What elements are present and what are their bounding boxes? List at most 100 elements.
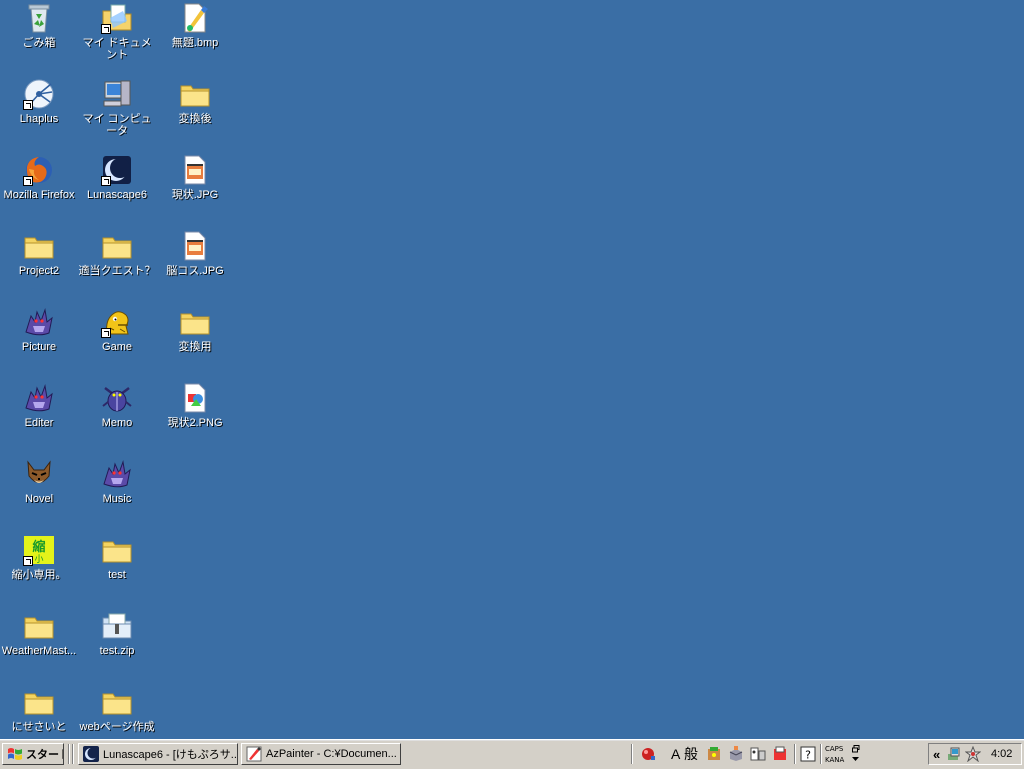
desktop-icon[interactable]: 変換用 [156,306,234,380]
restore-icon [852,745,860,753]
desktop-icon-label: マイ コンピュータ [82,113,152,137]
folder-icon [23,686,55,718]
desktop-icon-label: Mozilla Firefox [3,189,75,201]
desktop[interactable]: ごみ箱 マイ ドキュメント 無題.bmp Lhaplus マイ コンピュータ 変換後 Moz… [0,0,1024,739]
desktop-icon-label: Game [102,341,132,353]
taskbar-separator [72,744,74,764]
caps-kana-indicator[interactable]: CAPS KANA [825,745,861,765]
wolf-icon [23,458,55,490]
taskbar-separator [794,744,796,764]
desktop-icon-label: test [108,569,126,581]
folder-icon [179,78,211,110]
my-documents-icon [101,2,133,34]
desktop-icon-label: 変換用 [178,341,212,353]
desktop-icon-label: Project2 [18,265,60,277]
ime-dictionary-icon[interactable] [706,746,722,762]
desktop-icon[interactable]: 現状2.PNG [156,382,234,456]
desktop-icon[interactable]: Lunascape6 [78,154,156,228]
ime-conversion-mode[interactable]: 般 [684,746,698,762]
desktop-icon[interactable]: WeatherMast... [0,610,78,684]
desktop-icon[interactable]: マイ ドキュメント [78,2,156,76]
desktop-icon-label: Memo [101,417,133,429]
ime-ball-icon[interactable] [640,746,656,762]
desktop-icon[interactable]: 縮小縮小専用。 [0,534,78,608]
windows-logo-icon [8,748,22,760]
desktop-icon-label: マイ ドキュメント [82,37,152,61]
dragon-icon [23,306,55,338]
desktop-icon[interactable]: Music [78,458,156,532]
desktop-icon-label: 無題.bmp [171,37,219,49]
desktop-icon-label: 適当クエスト？ [78,265,156,277]
desktop-icon-label: Editer [24,417,54,429]
shortcut-arrow-icon [23,100,33,110]
desktop-icon[interactable]: マイ コンピュータ [78,78,156,152]
task-button-lunascape[interactable]: Lunascape6 - [けもぷろサ... [78,743,238,765]
desktop-icon[interactable]: Project2 [0,230,78,304]
task-label: Lunascape6 - [けもぷろサ... [103,749,238,761]
help-icon[interactable]: ? [800,746,816,762]
desktop-icon[interactable]: Memo [78,382,156,456]
azpainter-icon [246,746,262,762]
jpg-file-icon [179,154,211,186]
desktop-icon[interactable]: Mozilla Firefox [0,154,78,228]
taskbar-separator [631,744,633,764]
desktop-icon-label: test.zip [99,645,135,657]
desktop-icon[interactable]: test [78,534,156,608]
desktop-icon[interactable]: Novel [0,458,78,532]
shortcut-arrow-icon [101,176,111,186]
desktop-icon-label: 現状.JPG [171,189,219,201]
desktop-icon[interactable]: 無題.bmp [156,2,234,76]
clock[interactable]: 4:02 [991,748,1012,760]
desktop-icon-label: webページ作成 [79,721,155,733]
ime-tool-icon[interactable] [728,746,744,762]
desktop-icon-label: 縮小専用。 [11,569,67,581]
taskbar-separator [820,744,822,764]
task-button-azpainter[interactable]: AzPainter - C:¥Documen... [241,743,401,765]
network-icon[interactable] [946,746,962,762]
desktop-icon-label: WeatherMast... [1,645,77,657]
my-computer-icon [101,78,133,110]
desktop-icon[interactable]: ごみ箱 [0,2,78,76]
lunascape-icon [83,746,99,762]
start-button[interactable]: スタート [2,743,64,765]
taskbar-separator [68,744,70,764]
lunascape-icon [101,154,133,186]
desktop-icon-label: 現状2.PNG [167,417,223,429]
folder-icon [23,230,55,262]
jpg-file-icon [179,230,211,262]
desktop-icon[interactable]: 現状.JPG [156,154,234,228]
desktop-icon[interactable]: 適当クエスト？ [78,230,156,304]
desktop-icon[interactable]: 脳コス.JPG [156,230,234,304]
svg-text:小: 小 [34,554,43,565]
desktop-icon-label: ごみ箱 [22,37,56,49]
dragon-icon [101,458,133,490]
desktop-icon[interactable]: 変換後 [156,78,234,152]
ime-pad-icon[interactable] [750,746,766,762]
svg-text:?: ? [805,749,811,762]
desktop-icon-label: 変換後 [178,113,212,125]
dragon-icon [23,382,55,414]
desktop-icon[interactable]: Picture [0,306,78,380]
beetle-icon [101,382,133,414]
desktop-icon[interactable]: Editer [0,382,78,456]
shortcut-arrow-icon [101,24,111,34]
zip-folder-icon [101,610,133,642]
shortcut-arrow-icon [23,556,33,566]
tray-app-icon[interactable] [965,746,981,762]
desktop-icon[interactable]: Lhaplus [0,78,78,152]
shortcut-arrow-icon [23,176,33,186]
folder-icon [23,610,55,642]
shortcut-arrow-icon [101,328,111,338]
ime-properties-icon[interactable] [772,746,788,762]
folder-icon [179,306,211,338]
png-file-icon [179,382,211,414]
show-hidden-icons-button[interactable]: « [933,747,943,762]
taskbar: スタート Lunascape6 - [けもぷろサ... AzPainter - … [0,739,1024,769]
desktop-icon[interactable]: Game [78,306,156,380]
ime-input-mode[interactable]: A [671,746,680,762]
folder-icon [101,686,133,718]
desktop-icon[interactable]: test.zip [78,610,156,684]
recycle-bin-icon [23,2,55,34]
folder-icon [101,534,133,566]
firefox-icon [23,154,55,186]
